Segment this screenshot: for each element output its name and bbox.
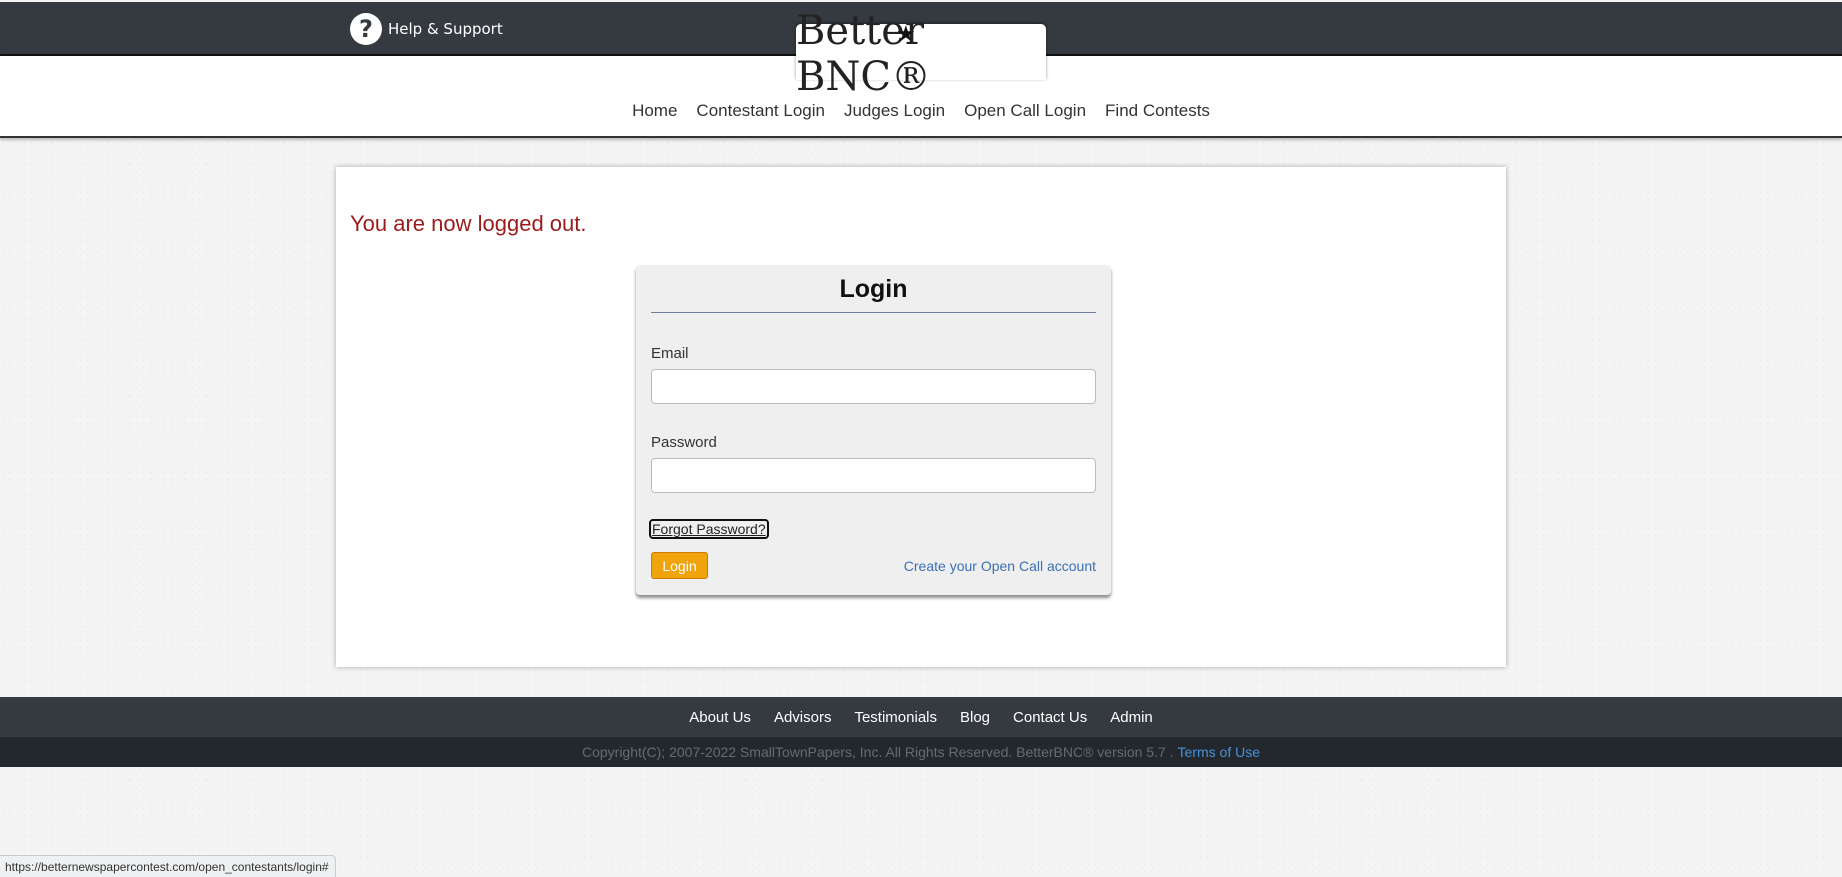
email-field[interactable]: [651, 369, 1096, 404]
login-button[interactable]: Login: [651, 552, 708, 579]
login-title: Login: [651, 265, 1096, 313]
logo-text: Better BNC®: [796, 8, 931, 100]
question-circle-icon: ?: [350, 13, 382, 45]
login-panel: Login Email Password Forgot Password? Lo…: [636, 265, 1111, 595]
content-card: You are now logged out. Login Email Pass…: [336, 167, 1506, 667]
password-field[interactable]: [651, 458, 1096, 493]
nav-find-contests[interactable]: Find Contests: [1096, 101, 1220, 121]
footer-nav: About Us Advisors Testimonials Blog Cont…: [0, 697, 1842, 737]
footer-contact-us[interactable]: Contact Us: [1002, 709, 1099, 726]
help-support-label: Help & Support: [388, 20, 503, 38]
email-label: Email: [651, 345, 689, 362]
status-url: https://betternewspapercontest.com/open_…: [5, 859, 329, 874]
copyright-text: Copyright(C); 2007-2022 SmallTownPapers,…: [581, 744, 1174, 760]
nav-judges-login[interactable]: Judges Login: [834, 101, 954, 121]
footer-advisors[interactable]: Advisors: [762, 709, 843, 726]
footer-admin[interactable]: Admin: [1099, 709, 1165, 726]
footer-testimonials[interactable]: Testimonials: [843, 709, 949, 726]
terms-of-use-link[interactable]: Terms of Use: [1178, 744, 1260, 760]
password-label: Password: [651, 434, 717, 451]
help-support-link[interactable]: ? Help & Support: [350, 13, 503, 45]
nav-contestant-login[interactable]: Contestant Login: [687, 101, 835, 121]
main-nav: Home Contestant Login Judges Login Open …: [0, 101, 1842, 121]
browser-status-bar: https://betternewspapercontest.com/open_…: [0, 855, 336, 877]
footer-about-us[interactable]: About Us: [678, 709, 763, 726]
copyright-bar: Copyright(C); 2007-2022 SmallTownPapers,…: [0, 737, 1842, 767]
star-icon: ★: [896, 22, 916, 47]
logo[interactable]: Better BNC® ★: [796, 8, 1046, 100]
create-open-call-account-link[interactable]: Create your Open Call account: [904, 558, 1096, 574]
nav-home[interactable]: Home: [623, 101, 687, 121]
footer-blog[interactable]: Blog: [949, 709, 1002, 726]
nav-open-call-login[interactable]: Open Call Login: [955, 101, 1096, 121]
forgot-password-link[interactable]: Forgot Password?: [649, 519, 769, 539]
logout-message: You are now logged out.: [350, 211, 587, 236]
